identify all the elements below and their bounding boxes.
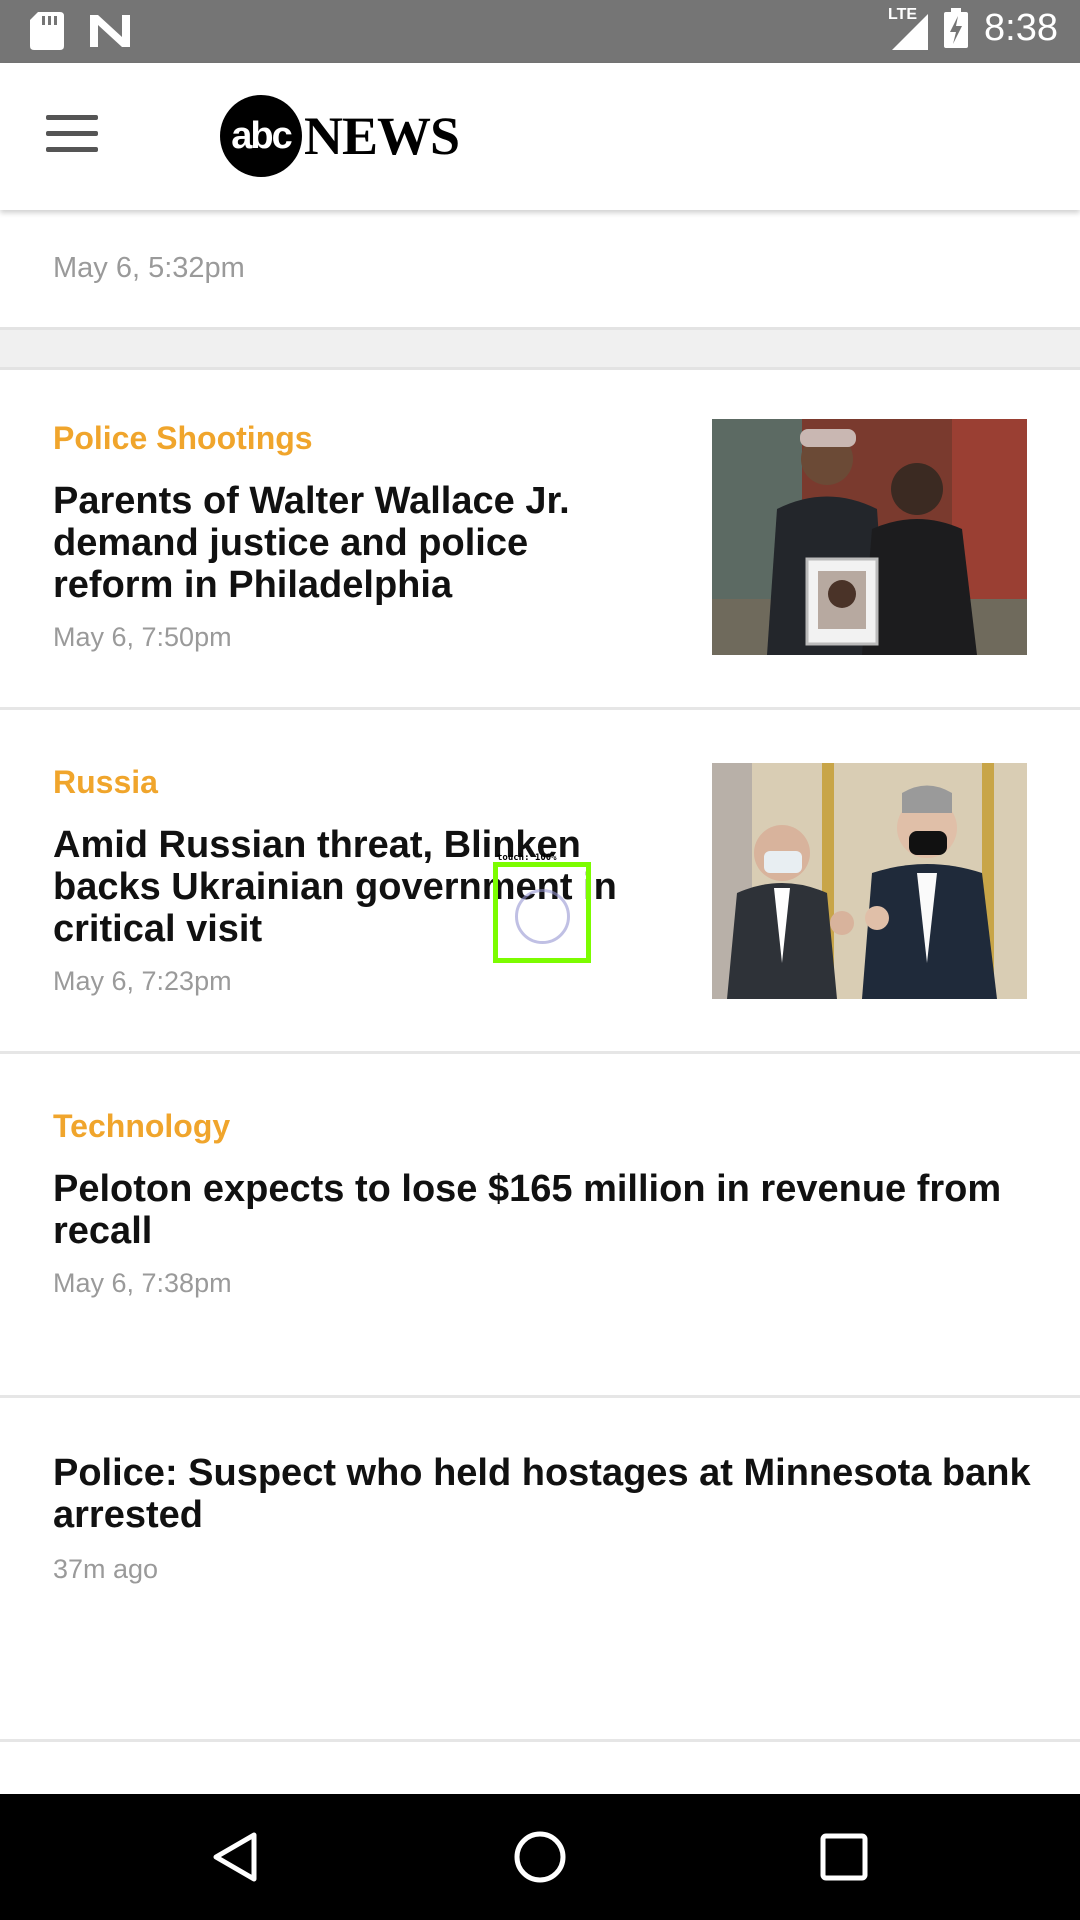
article-headline[interactable]: Police: Suspect who held hostages at Min… xyxy=(53,1452,1033,1536)
article-category[interactable]: Technology xyxy=(53,1108,230,1145)
status-bar: LTE 8:38 xyxy=(0,0,1080,63)
signal-icon: LTE xyxy=(888,6,929,50)
article-category[interactable]: Police Shootings xyxy=(53,420,313,457)
n-notification-icon xyxy=(90,15,130,47)
article-thumbnail[interactable] xyxy=(712,763,1027,999)
section-divider xyxy=(0,327,1080,370)
article-card-minnesota[interactable]: Police: Suspect who held hostages at Min… xyxy=(0,1399,1080,1742)
article-card-police-shootings[interactable]: Police Shootings Parents of Walter Walla… xyxy=(0,367,1080,710)
clock: 8:38 xyxy=(984,6,1058,49)
home-icon[interactable] xyxy=(510,1827,570,1887)
sd-card-icon xyxy=(30,12,64,50)
article-card-technology[interactable]: Technology Peloton expects to lose $165 … xyxy=(0,1055,1080,1398)
article-headline[interactable]: Peloton expects to lose $165 million in … xyxy=(53,1168,1033,1252)
system-nav-bar xyxy=(0,1794,1080,1920)
article-date: May 6, 7:38pm xyxy=(53,1268,232,1298)
article-date: 37m ago xyxy=(53,1554,159,1584)
recents-icon[interactable] xyxy=(814,1827,874,1887)
back-icon[interactable] xyxy=(206,1827,266,1887)
article-category[interactable]: Russia xyxy=(53,764,158,801)
app-bar: abc NEWS xyxy=(0,63,1080,210)
news-logo-text: NEWS xyxy=(304,106,460,166)
article-date: May 6, 7:50pm xyxy=(53,622,232,652)
article-thumbnail[interactable] xyxy=(712,419,1027,655)
article-date: May 6, 7:23pm xyxy=(53,966,232,996)
touch-indicator xyxy=(493,862,591,963)
abc-logo-circle: abc xyxy=(220,95,302,177)
touch-ripple xyxy=(515,889,570,944)
partial-article-date: May 6, 5:32pm xyxy=(53,252,245,284)
battery-charging-icon xyxy=(944,8,969,48)
article-headline[interactable]: Parents of Walter Wallace Jr. demand jus… xyxy=(53,480,613,606)
abc-news-logo[interactable]: abc NEWS xyxy=(220,95,460,177)
hamburger-menu-icon[interactable] xyxy=(46,115,98,155)
